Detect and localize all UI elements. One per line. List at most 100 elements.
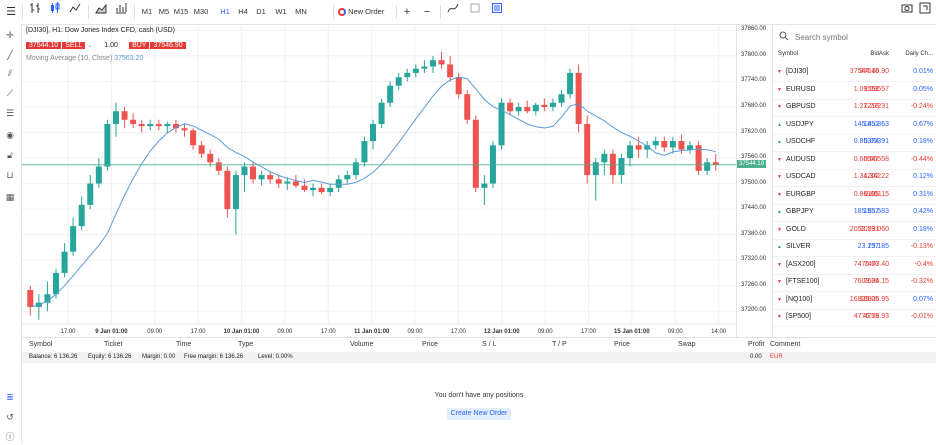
positions-col-header[interactable]: Price xyxy=(422,341,438,348)
buy-price[interactable]: 37546.90 xyxy=(149,42,186,49)
watch-change: 0.12% xyxy=(913,173,933,180)
watchlist-row[interactable]: ▼ [ASX200] 7475.60 7477.40 -0.4% xyxy=(773,257,936,275)
watch-symbol: GBPUSD xyxy=(786,103,816,110)
menu-icon[interactable]: ☰ xyxy=(4,0,18,24)
watchlist-row[interactable]: ▼ [NQ100] 16825.05 16826.95 0.07% xyxy=(773,292,936,310)
new-order-button[interactable]: New Order xyxy=(338,0,398,24)
timeframe-h4[interactable]: H4 xyxy=(234,0,252,24)
watchlist-row[interactable]: ▼ USDCAD 1.34202 1.34222 0.12% xyxy=(773,169,936,187)
positions-col-header[interactable]: Volume xyxy=(350,341,373,348)
candle-body xyxy=(61,251,68,273)
positions-col-header[interactable]: S / L xyxy=(482,341,496,348)
candle-body xyxy=(635,145,642,150)
timeframe-m5[interactable]: M5 xyxy=(155,0,173,24)
zoom-in-icon[interactable]: + xyxy=(400,0,414,24)
watchlist-row[interactable]: ▲ USDCHF 0.85374 0.85391 0.18% xyxy=(773,134,936,152)
volume-input[interactable]: 1.00 xyxy=(95,42,127,49)
positions-col-header[interactable]: Price xyxy=(614,341,630,348)
indicator-value: 37563.20 xyxy=(114,55,144,62)
positions-col-header[interactable]: T / P xyxy=(552,341,567,348)
watchlist-row[interactable]: ▼ [DJI30] 37544.10 37546.90 0.01% xyxy=(773,64,936,82)
ray-icon[interactable]: ⟋ xyxy=(3,86,17,100)
watchlist-row[interactable]: ▲ USDJPY 145.852 145.863 0.67% xyxy=(773,117,936,135)
info-icon[interactable]: ⓘ xyxy=(3,430,17,444)
watchlist-row[interactable]: ▼ GBPUSD 1.27218 1.27231 -0.24% xyxy=(773,99,936,117)
trendline-icon[interactable]: ╱ xyxy=(3,48,17,62)
candles-icon[interactable] xyxy=(48,0,62,24)
watchlist-row[interactable]: ▼ [SP500] 4776.53 4776.93 -0.01% xyxy=(773,309,936,327)
bar-chart-icon[interactable] xyxy=(28,0,42,24)
draw-line-icon[interactable] xyxy=(446,0,460,24)
sell-price[interactable]: 37544.10 xyxy=(26,42,62,49)
time-tick: 17:00 xyxy=(321,329,337,335)
eye-icon[interactable]: ◉ xyxy=(3,128,17,142)
timeframe-m1[interactable]: M1 xyxy=(138,0,156,24)
watchlist-row[interactable]: ▲ SILVER 23.157 23.185 -0.13% xyxy=(773,239,936,257)
watch-symbol: USDJPY xyxy=(786,120,814,128)
indicators-icon[interactable] xyxy=(114,0,128,24)
timeframe-m15[interactable]: M15 xyxy=(172,0,190,24)
positions-col-header[interactable]: Ticket xyxy=(104,341,122,348)
delete-drawings-icon[interactable]: ▦ xyxy=(3,190,17,204)
screenshot-icon[interactable] xyxy=(900,0,914,24)
margin-level: Level: 0.00% xyxy=(258,354,293,360)
watchlist-row[interactable]: ▲ GBPJPY 185.557 185.583 0.42% xyxy=(773,204,936,222)
positions-col-header[interactable]: Symbol xyxy=(29,341,52,348)
candle-body xyxy=(652,141,659,146)
indicator-legend[interactable]: Moving Average (10, Close) 37563.20 xyxy=(26,55,143,62)
candle-body xyxy=(412,68,419,73)
settings-icon[interactable] xyxy=(490,0,504,24)
candle-body xyxy=(147,124,154,127)
lock-icon[interactable]: 🔓︎ xyxy=(3,148,17,162)
watch-symbol: [ASX200] xyxy=(786,260,816,268)
positions-col-header[interactable]: Swap xyxy=(678,341,696,348)
create-new-order-button[interactable]: Create New Order xyxy=(447,408,511,420)
watch-ask: 1.27231 xyxy=(863,103,889,110)
col-change-header[interactable]: Daily Ch... xyxy=(889,51,933,63)
fibonacci-icon[interactable]: ☰ xyxy=(3,106,17,120)
watchlist-row[interactable]: ▼ EURUSD 1.09551 1.09557 0.05% xyxy=(773,82,936,100)
history-icon[interactable]: ↺ xyxy=(3,410,17,424)
search-box[interactable] xyxy=(777,28,931,46)
area-chart-icon[interactable] xyxy=(94,0,108,24)
positions-icon[interactable]: ≣ xyxy=(3,390,17,404)
zoom-out-icon[interactable]: − xyxy=(420,0,434,24)
price-axis[interactable]: 37860.00 37800.00 37740.00 37680.00 37620.00… xyxy=(736,24,773,337)
sell-button[interactable]: SELL xyxy=(61,42,86,49)
positions-col-header[interactable]: Time xyxy=(176,341,191,348)
buy-button[interactable]: BUY xyxy=(129,42,150,49)
new-order-label: New Order xyxy=(348,7,385,16)
watchlist-row[interactable]: ▼ GOLD 2052.791 2053.060 0.18% xyxy=(773,222,936,240)
col-symbol-header[interactable]: Symbol xyxy=(778,51,798,63)
crosshair-icon[interactable]: ✛ xyxy=(3,28,17,42)
candle-body xyxy=(575,72,582,124)
candle-body xyxy=(27,289,34,307)
timeframe-mn[interactable]: MN xyxy=(292,0,310,24)
timeframe-h1[interactable]: H1 xyxy=(216,0,234,24)
timeframe-m30[interactable]: M30 xyxy=(192,0,210,24)
watch-symbol: [DJI30] xyxy=(786,68,809,75)
search-input[interactable] xyxy=(793,29,927,45)
line-chart-icon[interactable] xyxy=(68,0,82,24)
watchlist-row[interactable]: ▼ EURGBP 0.86105 0.86115 0.31% xyxy=(773,187,936,205)
chart-canvas[interactable]: 17:00 9 Jan 01:00 09:00 17:00 10 Jan 01:00 09… xyxy=(22,24,736,337)
volume-chevron-icon[interactable]: ⌄ xyxy=(87,42,93,49)
price-chart[interactable]: 17:00 9 Jan 01:00 09:00 17:00 10 Jan 01:00 09… xyxy=(22,24,736,337)
positions-col-header[interactable]: Comment xyxy=(770,341,800,348)
channel-icon[interactable]: ⫽ xyxy=(3,66,17,80)
col-ask-header[interactable]: Ask xyxy=(849,51,889,63)
watchlist-row[interactable]: ▼ AUDUSD 0.66547 0.66558 -0.44% xyxy=(773,152,936,170)
price-tick: 37440.00 xyxy=(741,205,767,212)
candle-body xyxy=(472,119,479,188)
arrow-down-icon: ▼ xyxy=(777,279,782,285)
template-icon[interactable] xyxy=(468,0,482,24)
candle-body xyxy=(104,124,111,167)
candle-body xyxy=(344,175,351,180)
magnet-icon[interactable]: ⊔ xyxy=(3,168,17,182)
watchlist-row[interactable]: ▼ [FTSE100] 7603.35 7604.15 -0.32% xyxy=(773,274,936,292)
timeframe-w1[interactable]: W1 xyxy=(272,0,290,24)
fullscreen-icon[interactable] xyxy=(918,0,932,24)
positions-col-header[interactable]: Type xyxy=(238,341,253,348)
positions-col-header[interactable]: Profit xyxy=(748,341,764,348)
timeframe-d1[interactable]: D1 xyxy=(252,0,270,24)
